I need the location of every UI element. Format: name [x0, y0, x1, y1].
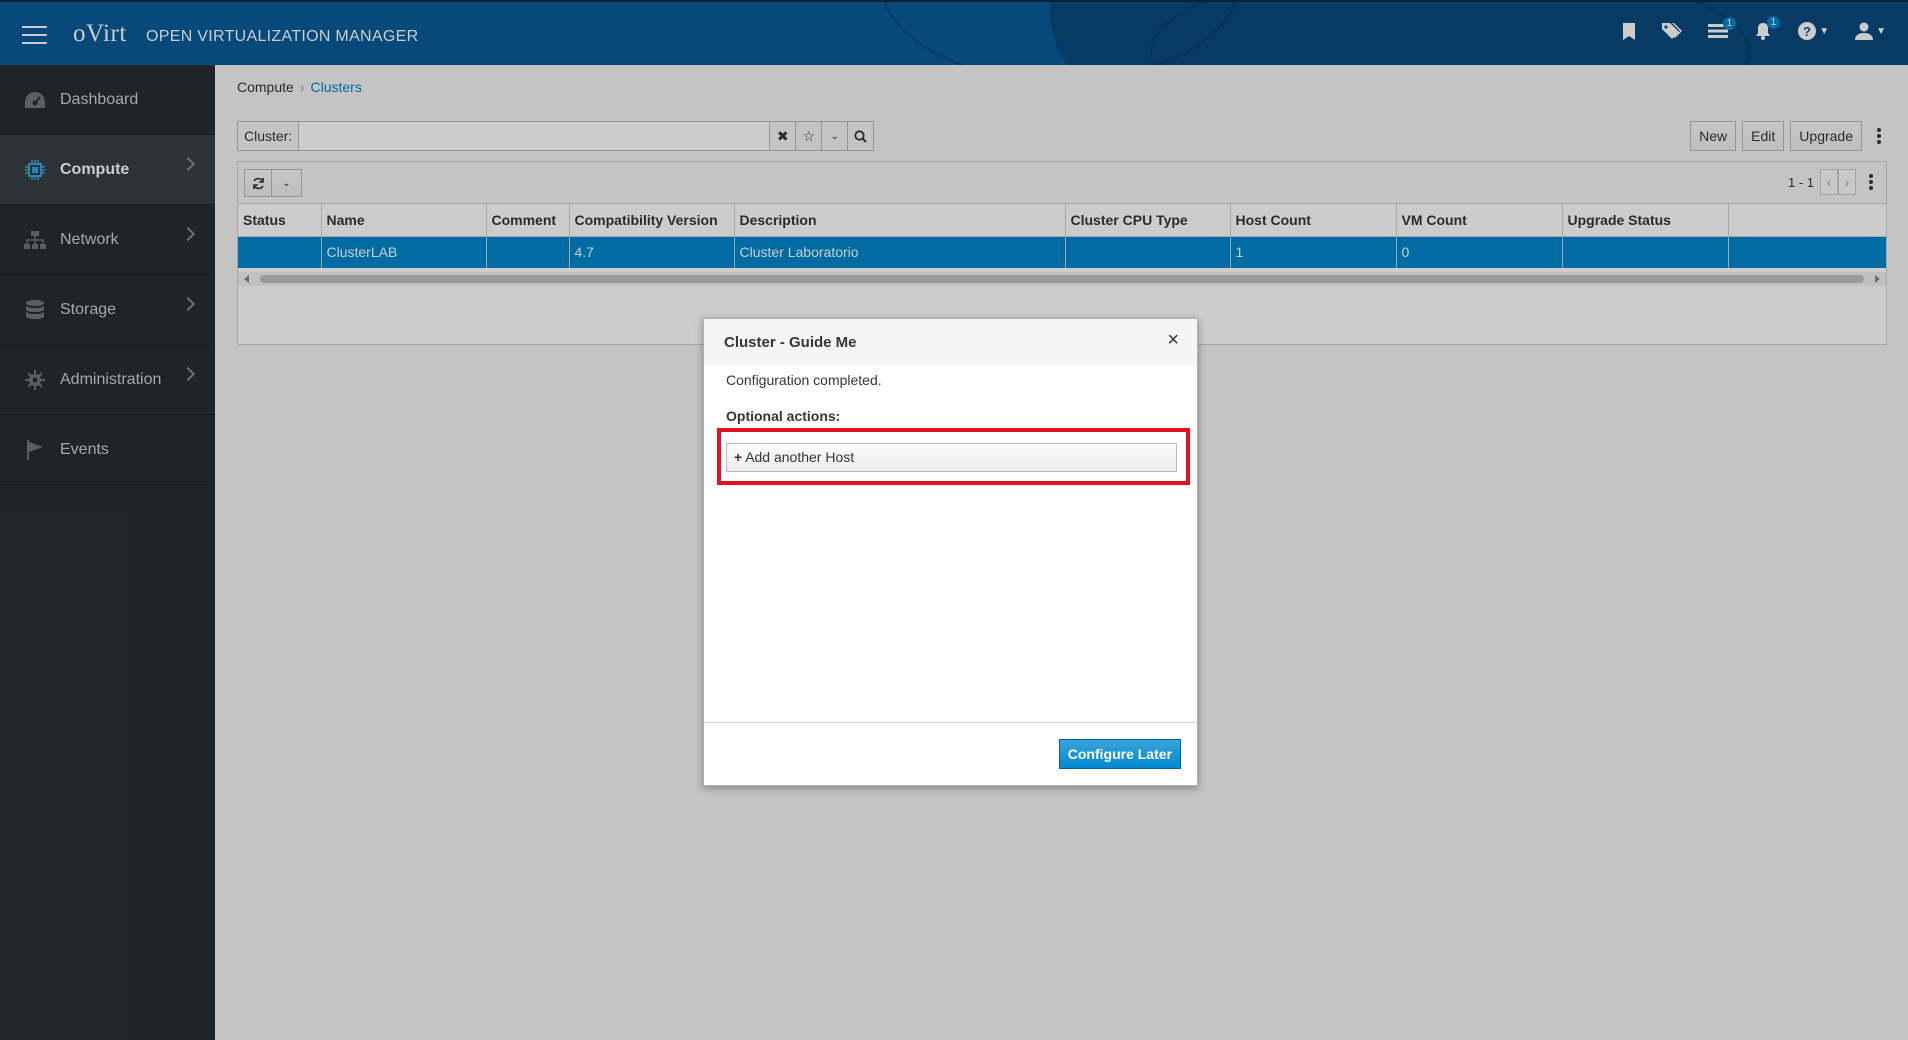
add-another-host-button[interactable]: + Add another Host: [726, 443, 1177, 472]
close-icon[interactable]: ×: [1167, 329, 1179, 352]
optional-actions-heading: Optional actions:: [726, 408, 841, 424]
dialog-header: Cluster - Guide Me ×: [704, 319, 1197, 366]
configure-later-button[interactable]: Configure Later: [1058, 739, 1181, 769]
dialog-title: Cluster - Guide Me: [724, 334, 857, 351]
dialog-body: Configuration completed. Optional action…: [704, 366, 1197, 429]
status-message: Configuration completed.: [726, 372, 882, 388]
plus-icon: +: [734, 449, 743, 465]
add-host-label: Add another Host: [745, 449, 855, 465]
guide-me-dialog: Cluster - Guide Me × Configuration compl…: [703, 318, 1198, 786]
dialog-footer: Configure Later: [704, 722, 1197, 785]
